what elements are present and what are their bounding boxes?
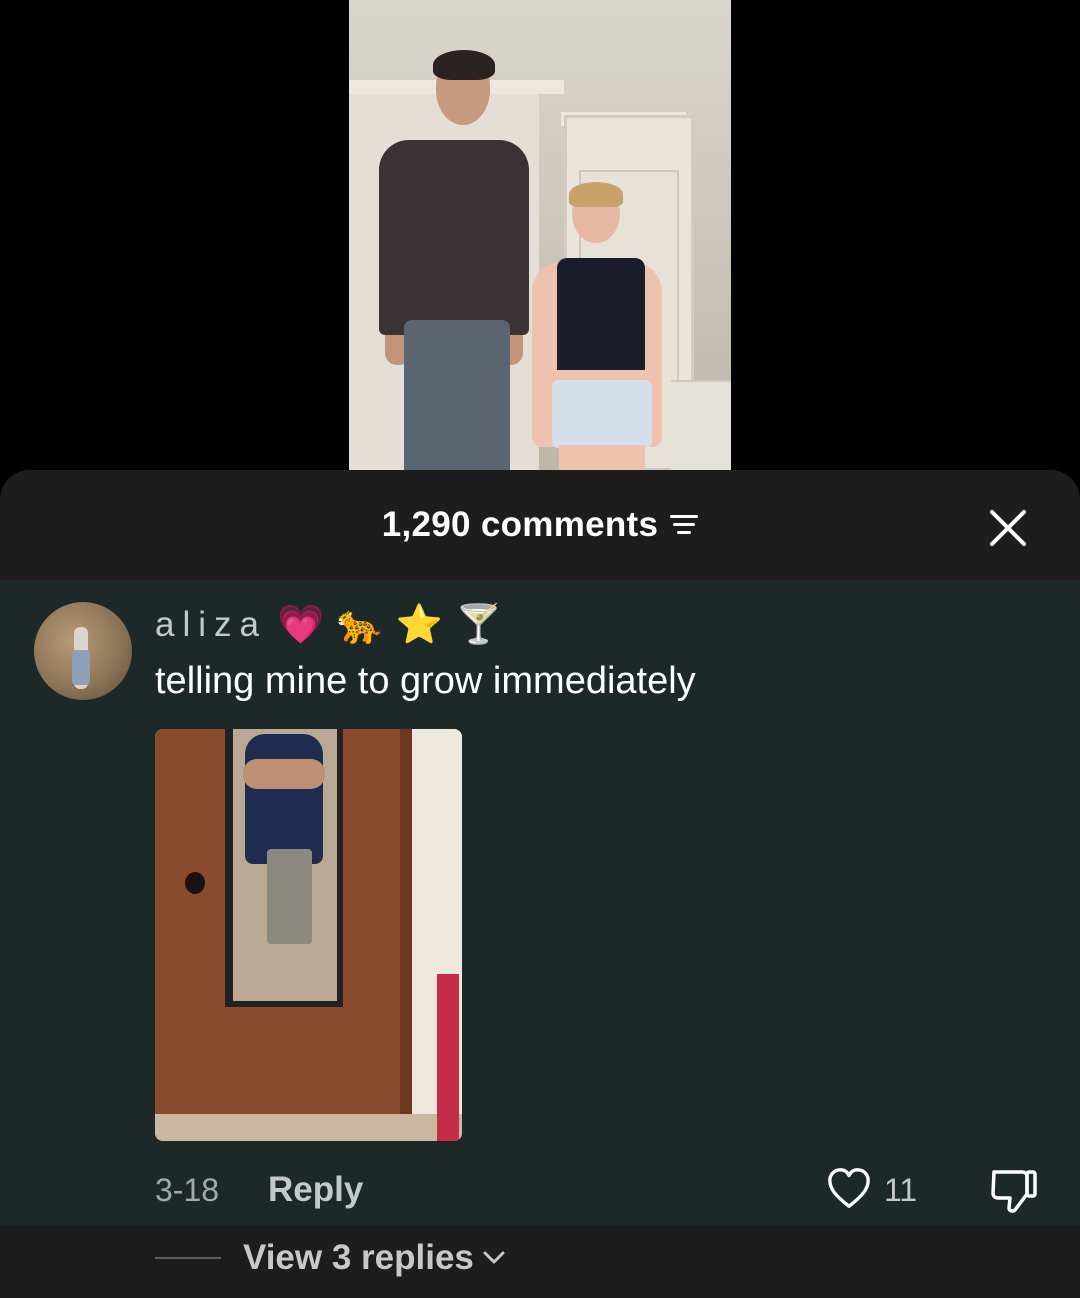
video-person-pants: [404, 320, 510, 470]
image-door-edge: [400, 729, 412, 1119]
comments-count: 1,290 comments: [381, 505, 659, 544]
comment-username-row[interactable]: aliza 💗 🐆 ⭐ 🍸: [155, 600, 514, 650]
image-red-object: [437, 974, 459, 1141]
video-person-top: [557, 258, 645, 373]
video-person-legs: [559, 445, 645, 470]
reply-button[interactable]: Reply: [268, 1160, 363, 1220]
video-person-hair: [433, 50, 495, 80]
comments-title-row[interactable]: 1,290 comments: [0, 470, 1080, 580]
like-count: 11: [884, 1172, 918, 1208]
close-icon[interactable]: [988, 508, 1028, 548]
view-replies-label: View 3 replies: [243, 1238, 474, 1277]
avatar[interactable]: [34, 602, 132, 700]
image-person-legs: [267, 849, 312, 944]
cocktail-emoji-icon: 🍸: [454, 604, 511, 646]
comments-header: 1,290 comments: [0, 470, 1080, 580]
view-replies-bar: View 3 replies: [0, 1226, 1080, 1298]
comment-image[interactable]: [155, 729, 462, 1141]
video-frame[interactable]: [349, 0, 731, 470]
comment-date: 3-18: [155, 1172, 220, 1208]
comment-username: aliza: [155, 605, 267, 644]
star-emoji-icon: ⭐: [395, 604, 451, 646]
chevron-down-icon: [483, 1251, 505, 1264]
comment-text: telling mine to grow immediately: [155, 660, 696, 702]
heart-emoji-icon: 💗: [276, 604, 333, 646]
username-emojis: 💗 🐆 ⭐ 🍸: [277, 603, 514, 647]
avatar-figure-jeans: [72, 650, 90, 685]
image-person-arms: [243, 759, 325, 789]
divider-line: [155, 1257, 221, 1259]
video-counter: [671, 380, 731, 470]
video-person-shirt: [379, 140, 529, 335]
image-door-knob: [185, 872, 205, 894]
filter-icon[interactable]: [670, 513, 699, 537]
comment-actions: 3-18 Reply 11: [0, 1160, 1080, 1220]
image-person-top: [245, 734, 323, 864]
thumbs-down-icon[interactable]: [988, 1166, 1038, 1214]
heart-icon[interactable]: [826, 1166, 872, 1212]
video-person-hair: [569, 182, 623, 207]
image-floor: [155, 1114, 462, 1141]
video-person-shorts: [552, 380, 652, 448]
comments-sheet: 1,290 comments aliza 💗 🐆 ⭐ 🍸 telling min…: [0, 470, 1080, 1298]
leopard-emoji-icon: 🐆: [336, 604, 392, 646]
video-area[interactable]: [0, 0, 1080, 470]
view-replies-button[interactable]: View 3 replies: [243, 1226, 506, 1290]
